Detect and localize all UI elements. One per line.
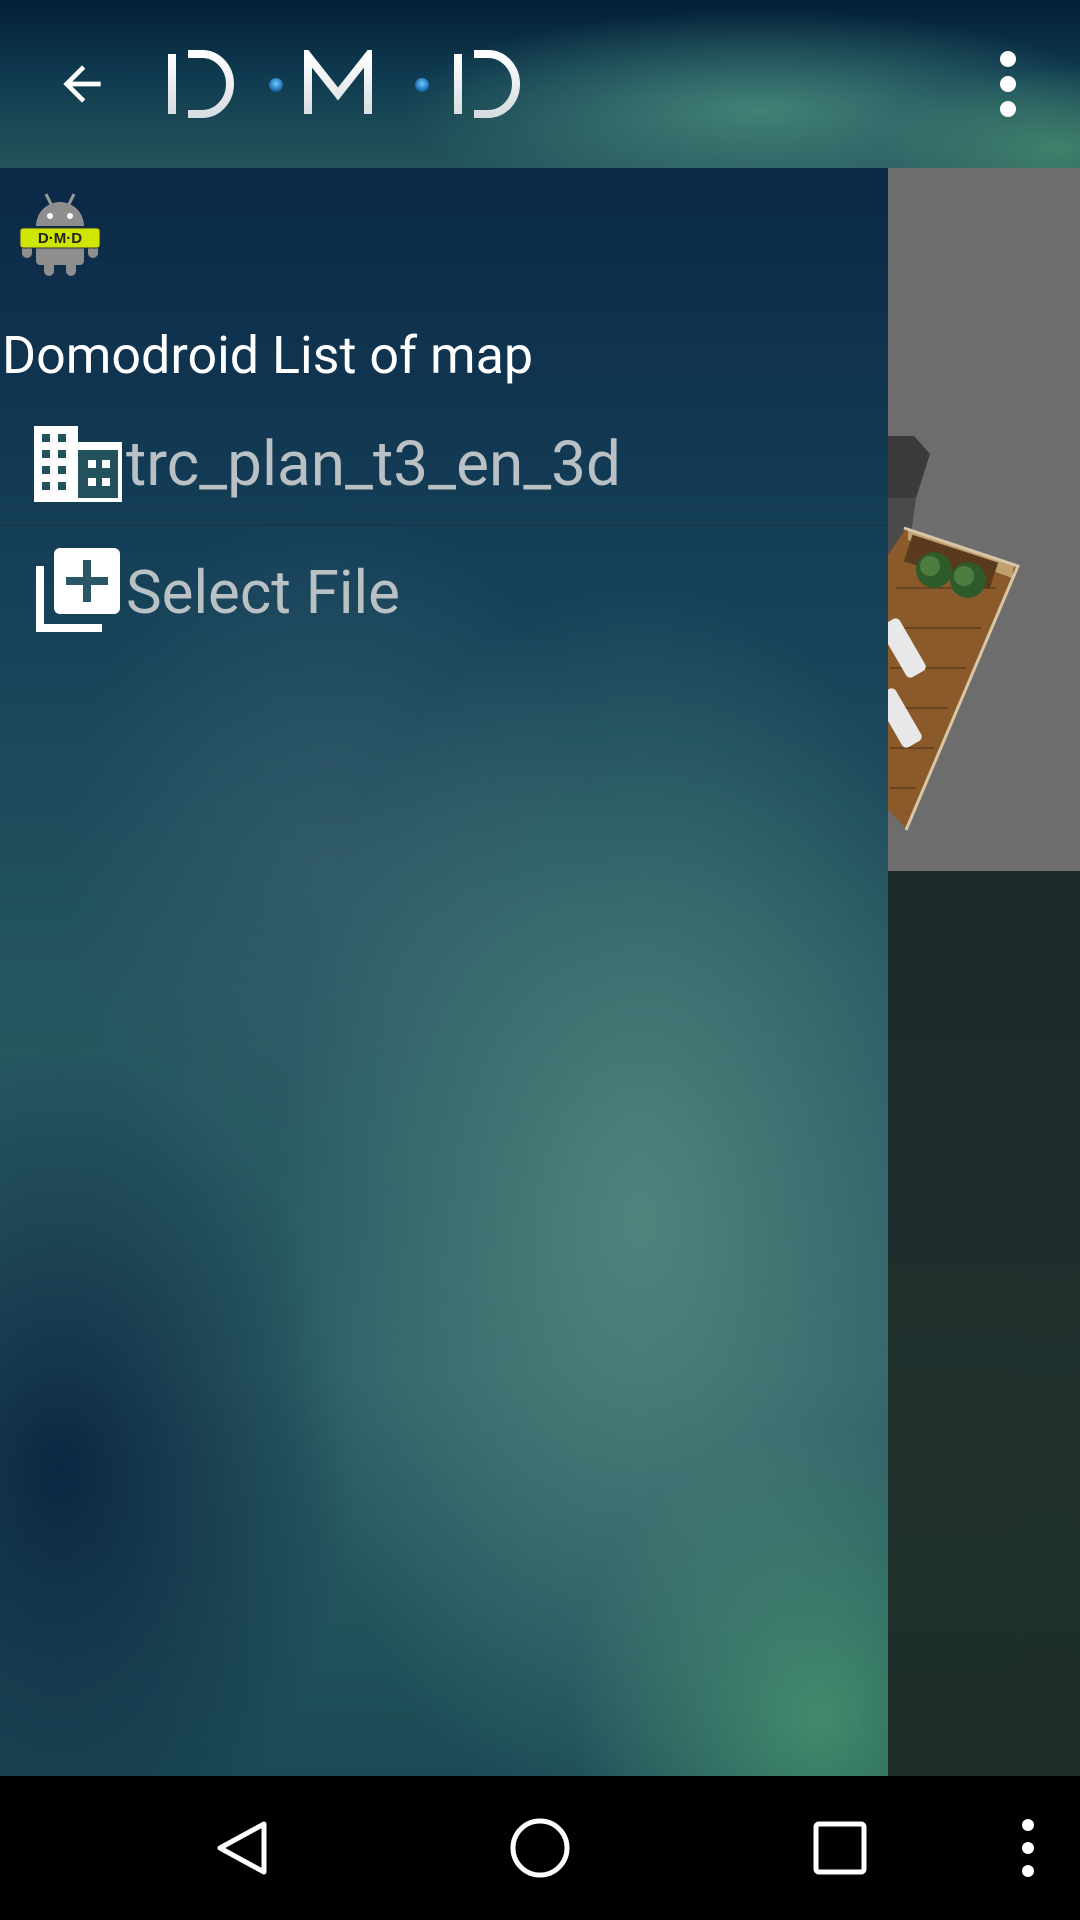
nav-more-button[interactable] xyxy=(980,1800,1076,1896)
floor-plan-image xyxy=(886,436,1021,831)
map-item-label: trc_plan_t3_en_3d xyxy=(126,428,621,501)
svg-text:D·M·D: D·M·D xyxy=(38,230,82,247)
content-background xyxy=(886,871,1080,1776)
more-vert-icon xyxy=(1000,51,1016,117)
navigation-drawer: D·M·D Domodroid List of map trc_plan_t3_… xyxy=(0,168,888,1776)
add-to-library-icon xyxy=(36,548,120,632)
nav-back-icon xyxy=(217,1821,267,1875)
android-dmd-icon: D·M·D xyxy=(18,190,102,278)
map-content xyxy=(886,168,1080,1776)
select-file-item[interactable]: Select File xyxy=(0,528,888,648)
map-list-item[interactable]: trc_plan_t3_en_3d xyxy=(0,404,888,526)
nav-recents-button[interactable] xyxy=(792,1800,888,1896)
system-nav-bar xyxy=(0,1776,1080,1920)
overflow-menu-button[interactable] xyxy=(980,48,1036,120)
back-button[interactable] xyxy=(50,52,114,116)
dmd-logo xyxy=(166,44,532,118)
nav-home-icon xyxy=(510,1818,570,1878)
nav-back-button[interactable] xyxy=(194,1800,290,1896)
drawer-title: Domodroid List of map xyxy=(2,325,534,386)
arrow-back-icon xyxy=(63,65,101,103)
nav-home-button[interactable] xyxy=(492,1800,588,1896)
map-view[interactable] xyxy=(886,168,1080,871)
app-bar xyxy=(0,0,1080,168)
nav-more-icon xyxy=(1022,1819,1034,1877)
select-file-label: Select File xyxy=(126,557,400,628)
building-icon xyxy=(34,426,122,502)
screen: D·M·D Domodroid List of map trc_plan_t3_… xyxy=(0,0,1080,1920)
nav-recents-icon xyxy=(813,1821,867,1875)
